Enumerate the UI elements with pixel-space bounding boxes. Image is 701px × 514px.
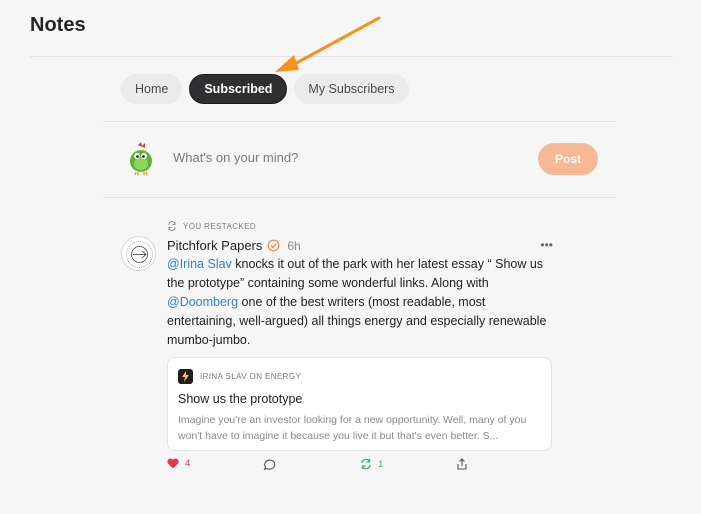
embed-publication: IRINA SLAV ON ENERGY bbox=[178, 369, 301, 384]
embedded-post-card[interactable]: IRINA SLAV ON ENERGY Show us the prototy… bbox=[167, 357, 552, 451]
share-icon bbox=[457, 458, 467, 470]
author-name[interactable]: Pitchfork Papers bbox=[167, 238, 262, 253]
green-bird-avatar-icon[interactable] bbox=[126, 142, 156, 176]
like-button[interactable]: 4 bbox=[167, 458, 190, 469]
note-composer: What's on your mind? Post bbox=[126, 140, 598, 178]
more-options-icon[interactable]: ••• bbox=[540, 238, 553, 252]
publication-name: IRINA SLAV ON ENERGY bbox=[200, 372, 302, 381]
restack-small-icon bbox=[168, 221, 176, 231]
restack-indicator: YOU RESTACKED bbox=[167, 221, 256, 231]
mention-link[interactable]: @Irina Slav bbox=[167, 257, 232, 271]
title-divider bbox=[30, 56, 673, 57]
embed-excerpt: Imagine you're an investor looking for a… bbox=[178, 414, 527, 442]
tabs-divider bbox=[103, 121, 615, 122]
restack-button[interactable]: 1 bbox=[360, 458, 383, 470]
composer-divider bbox=[103, 197, 615, 198]
like-count: 4 bbox=[185, 458, 191, 469]
tab-bar: Home Subscribed My Subscribers bbox=[121, 74, 409, 104]
page-title: Notes bbox=[30, 14, 86, 36]
share-button[interactable] bbox=[456, 458, 468, 470]
publication-logo-icon bbox=[178, 369, 193, 384]
note-actions: 4 1 bbox=[167, 458, 472, 476]
tab-home[interactable]: Home bbox=[121, 74, 183, 104]
embed-title[interactable]: Show us the prototype bbox=[178, 392, 302, 406]
post-button[interactable]: Post bbox=[538, 143, 598, 175]
tab-my-subscribers[interactable]: My Subscribers bbox=[294, 74, 409, 104]
mention-link[interactable]: @Doomberg bbox=[167, 295, 238, 309]
restack-label: YOU RESTACKED bbox=[183, 221, 257, 231]
restack-count: 1 bbox=[378, 458, 384, 470]
reply-button[interactable] bbox=[263, 458, 276, 470]
timestamp: 6h bbox=[287, 238, 301, 253]
author-avatar[interactable] bbox=[121, 236, 156, 271]
restack-icon bbox=[361, 458, 371, 470]
note-body: @Irina Slav knocks it out of the park wi… bbox=[167, 255, 557, 350]
tab-subscribed[interactable]: Subscribed bbox=[189, 74, 288, 104]
pitchfork-logo-icon bbox=[126, 241, 153, 268]
heart-icon bbox=[167, 458, 179, 469]
note-input[interactable]: What's on your mind? bbox=[173, 150, 298, 165]
comment-icon bbox=[263, 459, 276, 470]
note-header: Pitchfork Papers 6h ••• bbox=[167, 238, 553, 253]
check-badge-icon bbox=[267, 239, 280, 252]
